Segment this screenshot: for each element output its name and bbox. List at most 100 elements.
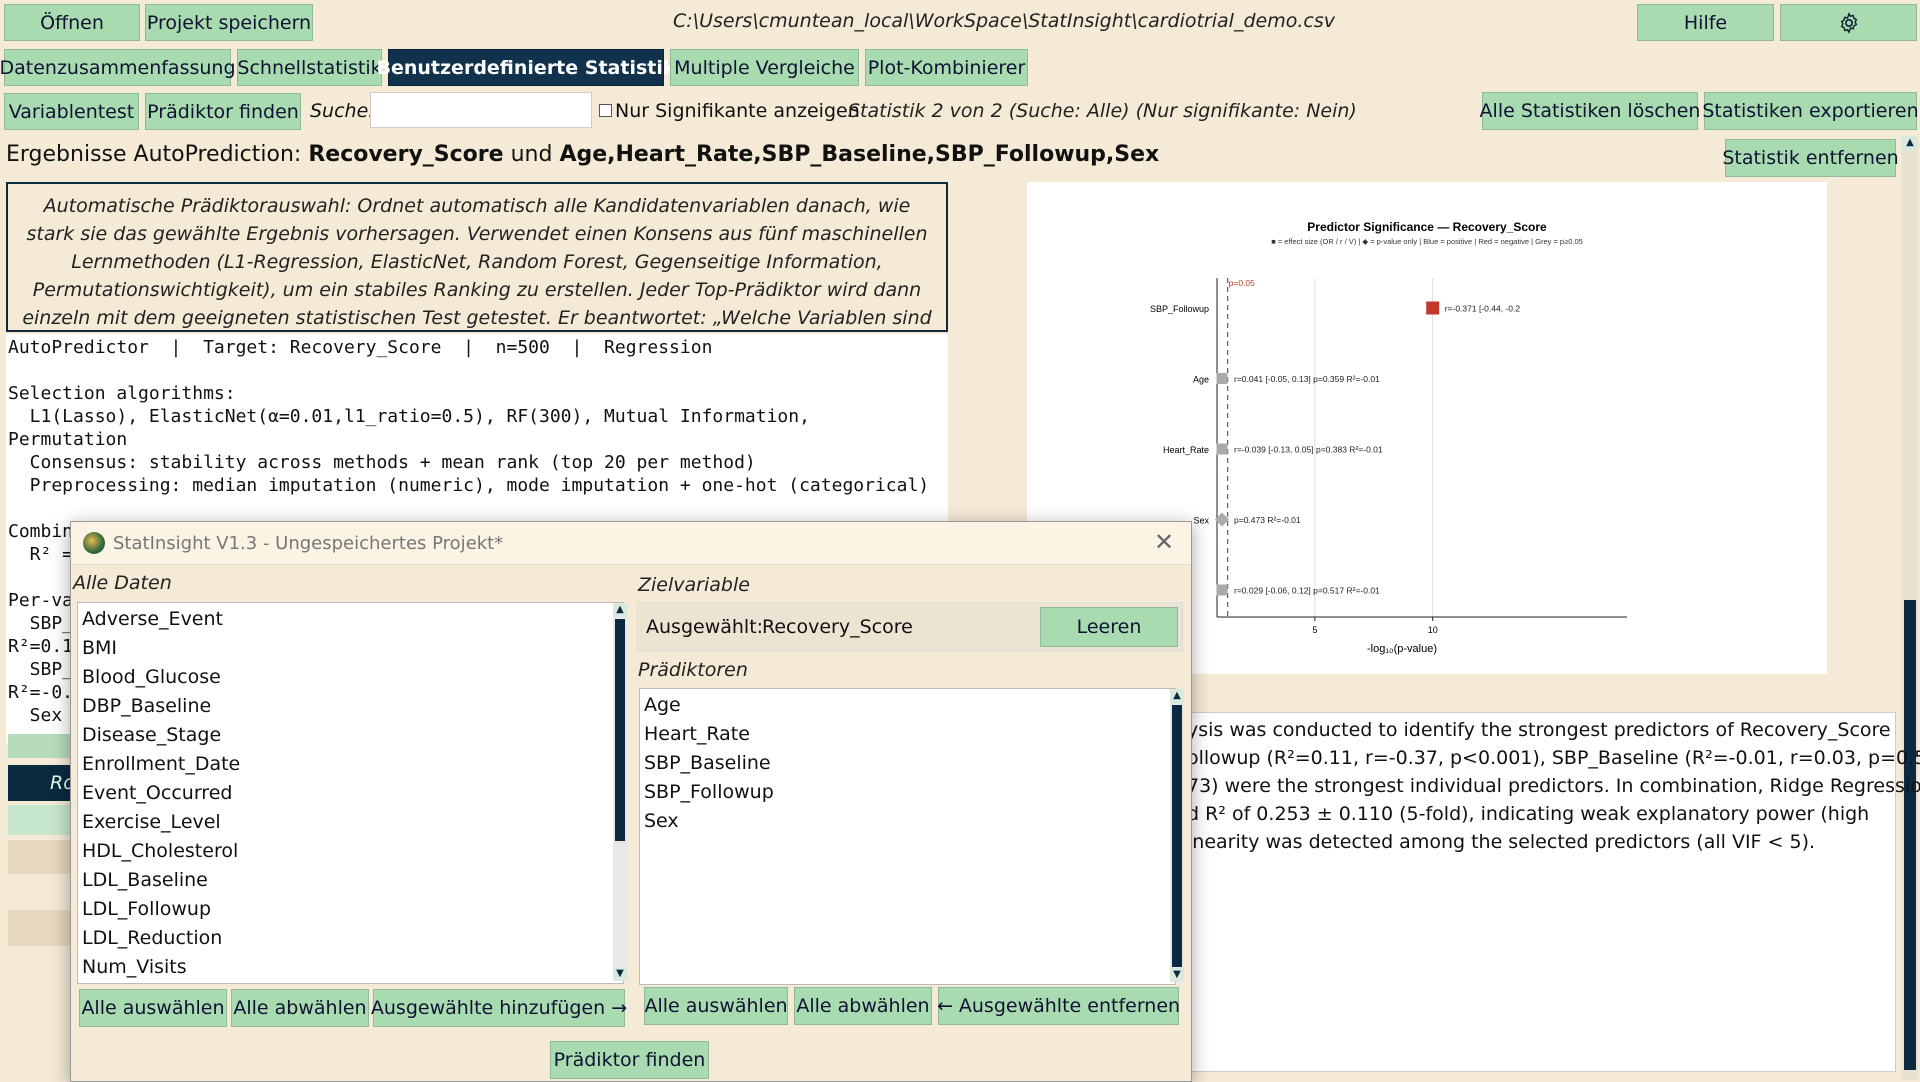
find-predictor-dialog-button[interactable]: Prädiktor finden [550, 1041, 709, 1079]
results-table-row [8, 840, 73, 874]
file-path: C:\Users\cmuntean_local\WorkSpace\StatIn… [673, 10, 1335, 32]
find-predictor-button[interactable]: Prädiktor finden [145, 93, 301, 130]
clear-target-button[interactable]: Leeren [1040, 607, 1178, 647]
chart-x-axis-label: -log₁₀(p-value) [1367, 643, 1437, 655]
export-stats-button[interactable]: Statistiken exportieren [1702, 92, 1919, 130]
chart-point-square [1216, 584, 1228, 596]
tab-custom-stats[interactable]: Benutzerdefinierte Statistik [377, 49, 676, 86]
target-variable-label: Zielvariable [638, 574, 750, 596]
all-data-list[interactable]: Adverse_Event BMI Blood_Glucose DBP_Baselin… [77, 602, 624, 984]
predictor-list-item[interactable]: Age [640, 691, 1175, 720]
variable-list-item[interactable]: DBP_Baseline [78, 692, 623, 721]
open-button[interactable]: Öffnen [4, 4, 140, 41]
variable-list-item[interactable]: Event_Occurred [78, 779, 623, 808]
variable-list-item[interactable]: Adverse_Event [78, 605, 623, 634]
chart-point-label: r=-0.039 [-0.13, 0.05] p=0.383 R²=-0.01 [1234, 445, 1383, 455]
output-line: AutoPredictor | Target: Recovery_Score |… [8, 337, 713, 358]
target-selection-box: Ausgewählt: Recovery_Score Leeren [637, 602, 1183, 652]
result-target: Recovery_Score [308, 142, 504, 167]
result-title: Ergebnisse AutoPrediction: Recovery_Scor… [6, 142, 1159, 167]
deselect-all-right-button[interactable]: Alle abwählen [794, 987, 932, 1025]
all-data-scroll-up[interactable]: ▲ [613, 603, 627, 617]
help-button[interactable]: Hilfe [1637, 4, 1774, 41]
summary-text: ysis was conducted to identify the stron… [1181, 713, 1920, 859]
chart-point-square [1426, 301, 1440, 315]
all-data-scroll-down[interactable]: ▼ [613, 967, 627, 981]
search-label: Suche: [310, 100, 375, 122]
predictors-scroll-down[interactable]: ▼ [1170, 968, 1184, 982]
summary-panel: ysis was conducted to identify the stron… [1180, 712, 1920, 1072]
select-all-right-button[interactable]: Alle auswählen [644, 987, 788, 1025]
variable-list-item[interactable]: HDL_Cholesterol [78, 837, 623, 866]
predictor-list-item[interactable]: Sex [640, 807, 1175, 836]
close-icon[interactable]: ✕ [1149, 527, 1179, 557]
output-line: Consensus: stability across methods + me… [8, 452, 756, 473]
chart-x-tick-label: 5 [1312, 625, 1317, 635]
chart-point-label: r=-0.371 [-0.44, -0.2 [1445, 304, 1521, 314]
select-all-left-button[interactable]: Alle auswählen [79, 989, 227, 1027]
output-line: Selection algorithms: [8, 383, 236, 404]
tab-multiple-comparisons[interactable]: Multiple Vergleiche [670, 49, 859, 86]
all-data-label: Alle Daten [73, 572, 172, 594]
only-significant-checkbox[interactable] [599, 104, 612, 117]
variable-list-item[interactable]: Blood_Glucose [78, 663, 623, 692]
predictor-list-item[interactable]: SBP_Followup [640, 778, 1175, 807]
predictors-list[interactable]: Age Heart_Rate SBP_Baseline SBP_Followup Sex [639, 688, 1176, 985]
chart-point-label: r=0.029 [-0.06, 0.12] p=0.517 R²=-0.01 [1234, 586, 1380, 596]
chart-subtitle: ■ = effect size (OR / r / V) | ◆ = p-val… [1271, 237, 1583, 246]
tab-plot-combiner[interactable]: Plot-Kombinierer [865, 49, 1028, 86]
tab-data-summary[interactable]: Datenzusammenfassung [0, 49, 236, 86]
results-table-row [8, 805, 73, 835]
remove-selected-button[interactable]: ← Ausgewählte entfernen [937, 987, 1180, 1025]
clear-all-stats-button[interactable]: Alle Statistiken löschen [1480, 92, 1700, 130]
app-logo-icon [83, 532, 105, 554]
description-box: Automatische Prädiktorauswahl: Ordnet au… [6, 182, 948, 357]
output-line: L1(Lasso), ElasticNet(α=0.01,l1_ratio=0.… [8, 406, 810, 427]
predictor-list-item[interactable]: SBP_Baseline [640, 749, 1175, 778]
main-scroll-up[interactable]: ▲ [1902, 136, 1918, 150]
output-line: Preprocessing: median imputation (numeri… [8, 475, 930, 496]
all-data-items: Adverse_Event BMI Blood_Glucose DBP_Baselin… [78, 603, 623, 982]
variable-list-item[interactable]: LDL_Reduction [78, 924, 623, 953]
variable-list-item[interactable]: Exercise_Level [78, 808, 623, 837]
variable-test-button[interactable]: Variablentest [4, 93, 139, 130]
save-project-button[interactable]: Projekt speichern [145, 4, 313, 41]
variable-list-item[interactable]: Num_Visits [78, 953, 623, 982]
summary-line: d R² of 0.253 ± 0.110 (5-fold), indicati… [1187, 803, 1870, 825]
result-title-prefix: Ergebnisse AutoPrediction: [6, 142, 302, 167]
selected-prefix: Ausgewählt: [646, 616, 764, 638]
stat-status: Statistik 2 von 2 (Suche: Alle) (Nur sig… [848, 100, 1357, 122]
settings-button[interactable] [1780, 4, 1917, 41]
variable-list-item[interactable]: Disease_Stage [78, 721, 623, 750]
deselect-all-left-button[interactable]: Alle abwählen [231, 989, 369, 1027]
variable-list-item[interactable]: BMI [78, 634, 623, 663]
chart-y-label: SBP_Followup [1150, 304, 1209, 314]
predictors-scroll-thumb[interactable] [1172, 705, 1182, 967]
chart-x-tick-label: 10 [1428, 625, 1438, 635]
variable-list-item[interactable]: LDL_Baseline [78, 866, 623, 895]
chart-point-label: r=0.041 [-0.05, 0.13] p=0.359 R²=-0.01 [1234, 374, 1380, 384]
chart-y-label: Age [1193, 375, 1209, 385]
add-selected-button[interactable]: Ausgewählte hinzufügen → [371, 989, 627, 1027]
predictors-label: Prädiktoren [638, 659, 748, 681]
search-input[interactable] [370, 92, 592, 128]
summary-line: 73) were the strongest individual predic… [1187, 775, 1920, 797]
variable-list-item[interactable]: LDL_Followup [78, 895, 623, 924]
results-table-header: Ro [8, 765, 75, 801]
chart-point-square [1216, 443, 1228, 455]
tab-quick-stats[interactable]: Schnellstatistik [237, 49, 382, 86]
summary-line: ysis was conducted to identify the stron… [1187, 719, 1891, 741]
all-data-scroll-thumb[interactable] [615, 619, 625, 841]
dialog-titlebar[interactable]: StatInsight V1.3 - Ungespeichertes Proje… [71, 522, 1191, 565]
chart-threshold-label: p=0.05 [1229, 278, 1256, 288]
only-significant-label: Nur Signifikante anzeigen [615, 100, 860, 122]
results-divider [8, 734, 73, 758]
variable-list-item[interactable]: Enrollment_Date [78, 750, 623, 779]
main-scroll-thumb[interactable] [1904, 600, 1916, 1070]
result-predictors: Age,Heart_Rate,SBP_Baseline,SBP_Followup… [559, 142, 1160, 167]
predictors-scroll-up[interactable]: ▲ [1170, 689, 1184, 703]
remove-stat-button[interactable]: Statistik entfernen [1722, 139, 1899, 177]
predictor-list-item[interactable]: Heart_Rate [640, 720, 1175, 749]
